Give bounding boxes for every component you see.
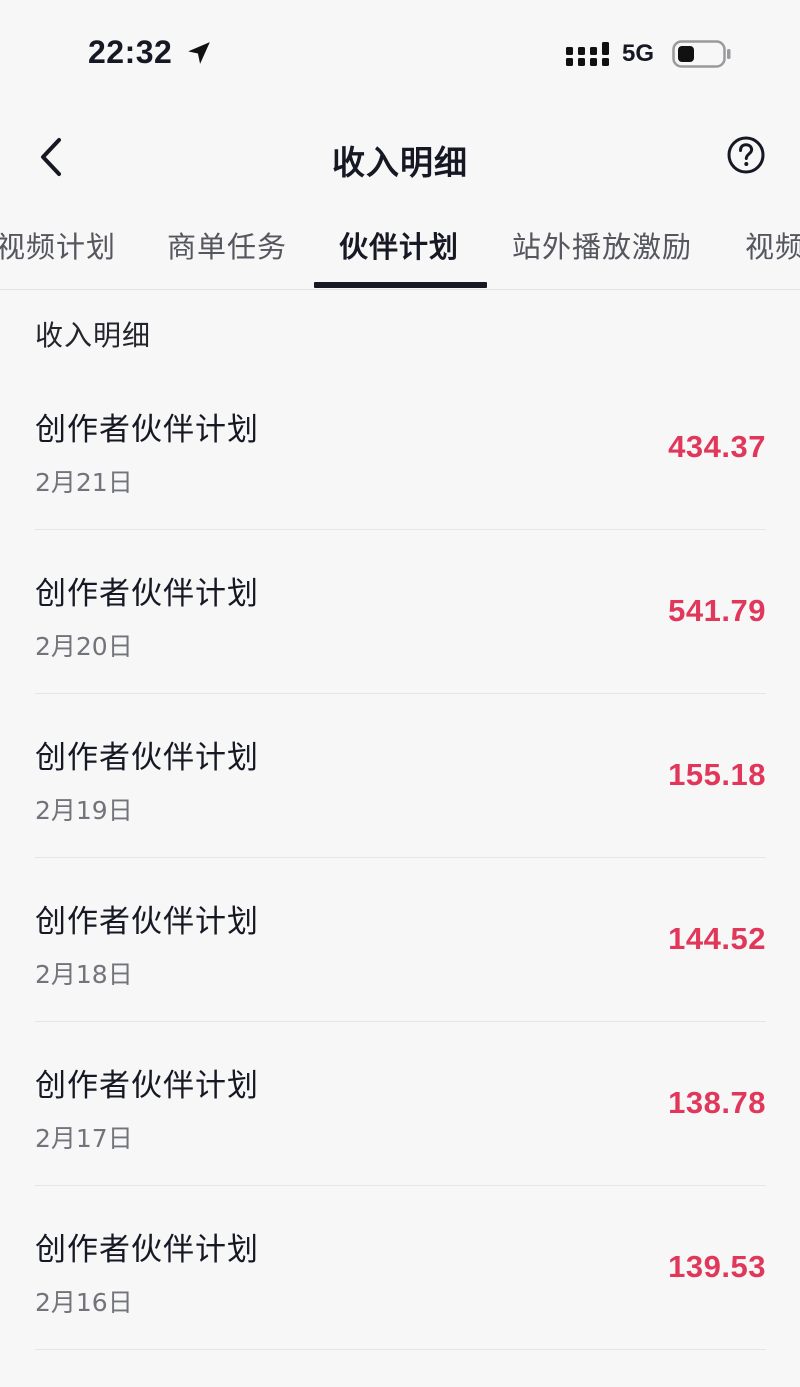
list-item[interactable]: 创作者伙伴计划 2月18日 144.52: [35, 858, 766, 1022]
item-amount: 139.53: [668, 1249, 766, 1284]
tab-partner-plan[interactable]: 伙伴计划: [339, 224, 459, 266]
income-list: 创作者伙伴计划 2月21日 434.37 创作者伙伴计划 2月20日 541.7…: [35, 366, 766, 1350]
item-amount: 144.52: [668, 921, 766, 956]
item-date: 2月19日: [35, 796, 133, 825]
item-amount: 434.37: [668, 429, 766, 464]
item-title: 创作者伙伴计划: [35, 412, 259, 448]
section-label: 收入明细: [35, 319, 152, 352]
list-item[interactable]: 创作者伙伴计划 2月17日 138.78: [35, 1022, 766, 1186]
help-question-icon[interactable]: [726, 135, 766, 175]
item-date: 2月17日: [35, 1124, 133, 1153]
item-amount: 541.79: [668, 593, 766, 628]
tab-commercial-tasks[interactable]: 商单任务: [167, 224, 287, 266]
item-title: 创作者伙伴计划: [35, 1232, 259, 1268]
item-amount: 138.78: [668, 1085, 766, 1120]
tab-bar: 视频计划 商单任务 伙伴计划 站外播放激励 视频: [0, 210, 800, 290]
location-arrow-icon: [188, 42, 210, 64]
list-item[interactable]: 创作者伙伴计划 2月16日 139.53: [35, 1186, 766, 1350]
item-date: 2月18日: [35, 960, 133, 989]
list-item[interactable]: 创作者伙伴计划 2月20日 541.79: [35, 530, 766, 694]
signal-icon: [566, 42, 609, 66]
item-title: 创作者伙伴计划: [35, 1068, 259, 1104]
item-date: 2月16日: [35, 1288, 133, 1317]
active-tab-indicator: [314, 282, 487, 288]
item-date: 2月21日: [35, 468, 133, 497]
item-date: 2月20日: [35, 632, 133, 661]
page-title: 收入明细: [332, 143, 468, 182]
item-title: 创作者伙伴计划: [35, 576, 259, 612]
status-time: 22:32: [88, 34, 173, 70]
network-label: 5G: [622, 40, 655, 67]
tab-offsite-play-incentive[interactable]: 站外播放激励: [512, 224, 692, 266]
item-title: 创作者伙伴计划: [35, 740, 259, 776]
item-amount: 155.18: [668, 757, 766, 792]
list-item[interactable]: 创作者伙伴计划 2月21日 434.37: [35, 366, 766, 530]
item-title: 创作者伙伴计划: [35, 904, 259, 940]
income-detail-screen: 22:32 5G 收入明细 视频计划 商单任务 伙伴计划 站外播放激励 视频 收…: [0, 0, 800, 1387]
battery-icon: [672, 40, 731, 68]
status-bar: 22:32 5G: [0, 0, 800, 108]
tab-video-overflow[interactable]: 视频: [745, 224, 800, 266]
tab-video-plan[interactable]: 视频计划: [0, 224, 116, 266]
list-item[interactable]: 创作者伙伴计划 2月19日 155.18: [35, 694, 766, 858]
